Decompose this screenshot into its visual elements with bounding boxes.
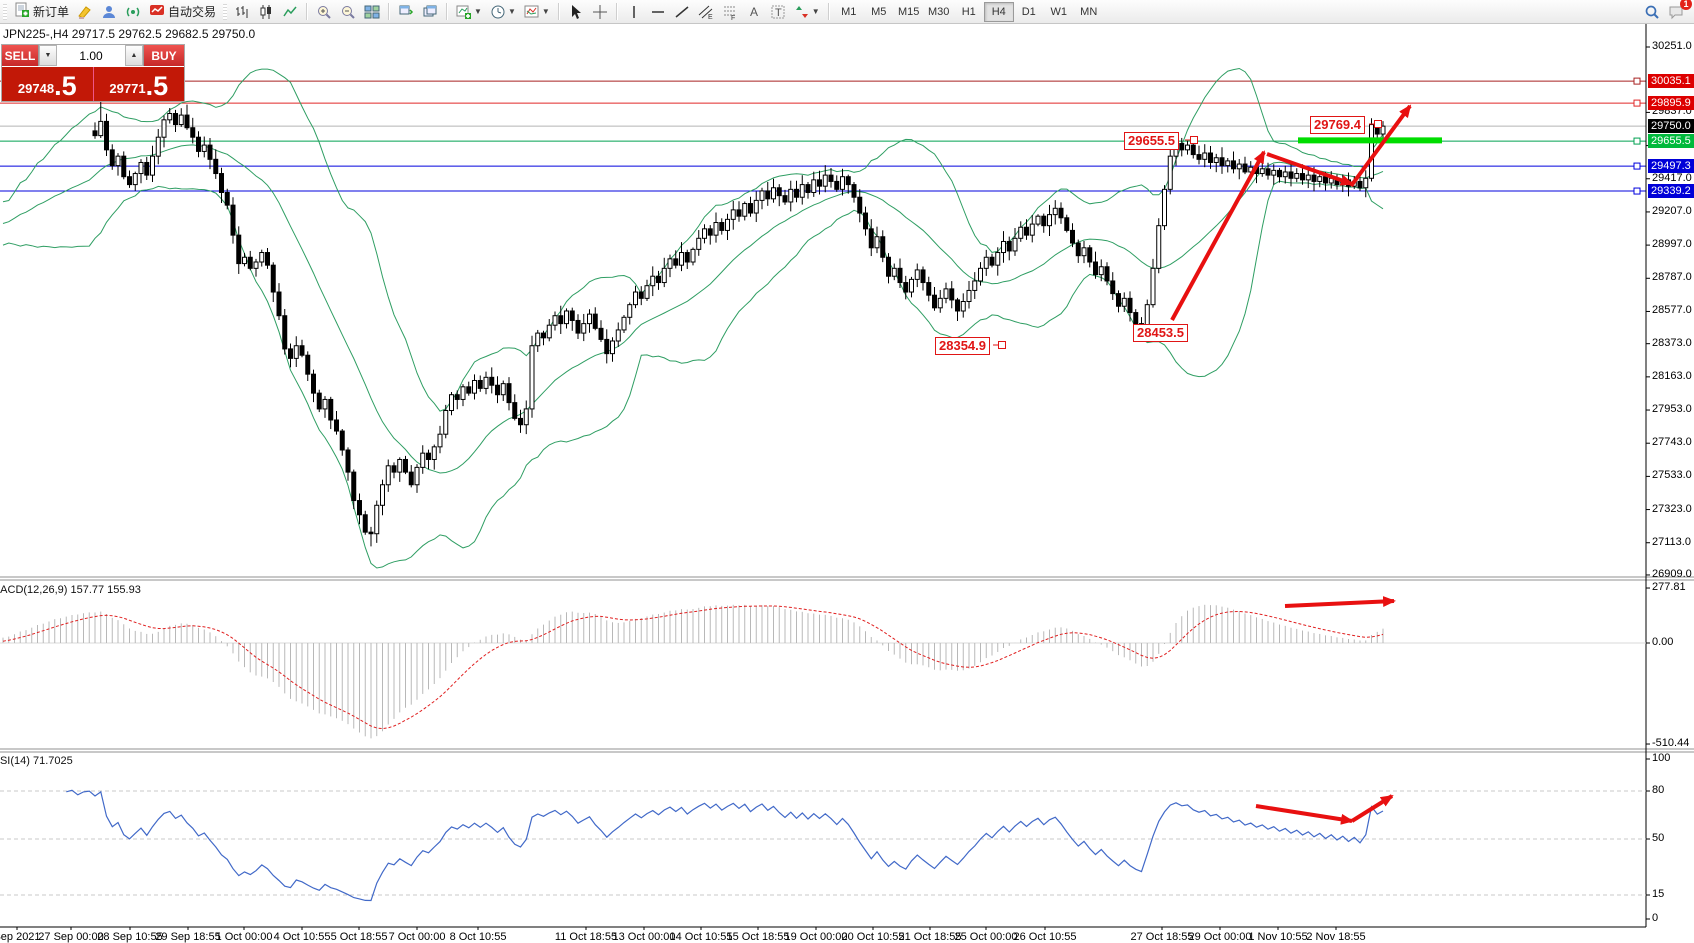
sell-price-frac: .5 bbox=[54, 73, 77, 100]
price-tick: 27743.0 bbox=[1652, 436, 1692, 448]
sell-price-main: 29748 bbox=[18, 78, 54, 100]
price-line-badge: 29655.5 bbox=[1648, 134, 1694, 148]
annotation-price-label: 28453.5 bbox=[1133, 324, 1188, 342]
date-label: 27 Sep 00:00 bbox=[38, 931, 103, 943]
price-tick: 28577.0 bbox=[1652, 304, 1692, 316]
annotation-anchor bbox=[1190, 136, 1198, 144]
price-line-badge: 29339.2 bbox=[1648, 184, 1694, 198]
date-label: 2 Nov 18:55 bbox=[1306, 931, 1365, 943]
price-tick: 27953.0 bbox=[1652, 403, 1692, 415]
date-label: 20 Oct 10:55 bbox=[842, 931, 905, 943]
date-label: 4 Oct 10:55 bbox=[274, 931, 331, 943]
date-label: 26 Oct 10:55 bbox=[1014, 931, 1077, 943]
price-tick: 28373.0 bbox=[1652, 337, 1692, 349]
sell-button[interactable]: SELL bbox=[2, 45, 38, 66]
price-tick: 29207.0 bbox=[1652, 205, 1692, 217]
price-tick: 30251.0 bbox=[1652, 40, 1692, 52]
date-label: 27 Oct 18:55 bbox=[1131, 931, 1194, 943]
trading-terminal: 新订单 自动交易 bbox=[0, 0, 1694, 943]
price-tick: 27323.0 bbox=[1652, 503, 1692, 515]
date-label: 5 Oct 18:55 bbox=[331, 931, 388, 943]
date-label: 8 Oct 10:55 bbox=[450, 931, 507, 943]
date-label: 1 Nov 10:55 bbox=[1248, 931, 1307, 943]
date-label: 15 Oct 18:55 bbox=[727, 931, 790, 943]
date-label: 1 Oct 00:00 bbox=[216, 931, 273, 943]
annotation-price-label: 29655.5 bbox=[1124, 132, 1179, 150]
annotation-anchor bbox=[1374, 120, 1382, 128]
rsi-axis-label: 50 bbox=[1652, 832, 1664, 844]
buy-price-tile[interactable]: 29771 .5 bbox=[94, 67, 185, 101]
date-label: 7 Oct 00:00 bbox=[389, 931, 446, 943]
rsi-axis-label: 80 bbox=[1652, 784, 1664, 796]
annotation-price-label: 28354.9 bbox=[935, 337, 990, 355]
price-tick: 27533.0 bbox=[1652, 469, 1692, 481]
price-tick: 28787.0 bbox=[1652, 271, 1692, 283]
price-tick: 26909.0 bbox=[1652, 568, 1692, 580]
chart-ohlc-header: JPN225-,H4 29717.5 29762.5 29682.5 29750… bbox=[3, 27, 255, 41]
price-line-badge: 30035.1 bbox=[1648, 74, 1694, 88]
annotation-price-label: 29769.4 bbox=[1310, 116, 1365, 134]
rsi-label: RSI(14) 71.7025 bbox=[0, 755, 73, 767]
date-label: 21 Oct 18:55 bbox=[899, 931, 962, 943]
price-line-badge: 29895.9 bbox=[1648, 96, 1694, 110]
buy-button[interactable]: BUY bbox=[144, 45, 184, 66]
price-line-badge: 29750.0 bbox=[1648, 119, 1694, 133]
rsi-axis-label: 100 bbox=[1652, 752, 1670, 764]
date-label: 29 Oct 00:00 bbox=[1189, 931, 1252, 943]
date-label: 25 Oct 00:00 bbox=[955, 931, 1018, 943]
buy-price-main: 29771 bbox=[109, 78, 145, 100]
rsi-axis-label: 15 bbox=[1652, 888, 1664, 900]
volume-decrease-button[interactable]: ▼ bbox=[39, 45, 57, 66]
price-tick: 28163.0 bbox=[1652, 370, 1692, 382]
macd-axis-label: 0.00 bbox=[1652, 636, 1673, 648]
price-tick: 28997.0 bbox=[1652, 238, 1692, 250]
macd-axis-label: 277.81 bbox=[1652, 581, 1686, 593]
buy-price-frac: .5 bbox=[146, 73, 169, 100]
sell-price-tile[interactable]: 29748 .5 bbox=[2, 67, 94, 101]
date-label: 13 Oct 00:00 bbox=[613, 931, 676, 943]
volume-input[interactable] bbox=[57, 45, 125, 66]
chart-canvas[interactable] bbox=[0, 0, 1694, 943]
rsi-axis-label: 0 bbox=[1652, 912, 1658, 924]
price-tick: 27113.0 bbox=[1652, 536, 1691, 548]
annotation-anchor bbox=[998, 341, 1006, 349]
price-tick: 29417.0 bbox=[1652, 172, 1692, 184]
price-line-badge: 29497.3 bbox=[1648, 159, 1694, 173]
date-label: 14 Oct 10:55 bbox=[670, 931, 733, 943]
date-label: 29 Sep 18:55 bbox=[155, 931, 220, 943]
macd-axis-label: -510.44 bbox=[1652, 737, 1689, 749]
date-label: 19 Oct 00:00 bbox=[785, 931, 848, 943]
date-label: Sep 2021 bbox=[0, 931, 41, 943]
date-label: 11 Oct 18:55 bbox=[555, 931, 617, 943]
one-click-trading-panel: SELL ▼ ▲ BUY 29748 .5 29771 .5 bbox=[1, 44, 185, 102]
date-label: 28 Sep 10:55 bbox=[97, 931, 162, 943]
volume-increase-button[interactable]: ▲ bbox=[125, 45, 143, 66]
chart-area bbox=[0, 0, 1694, 943]
macd-label: MACD(12,26,9) 157.77 155.93 bbox=[0, 584, 141, 596]
